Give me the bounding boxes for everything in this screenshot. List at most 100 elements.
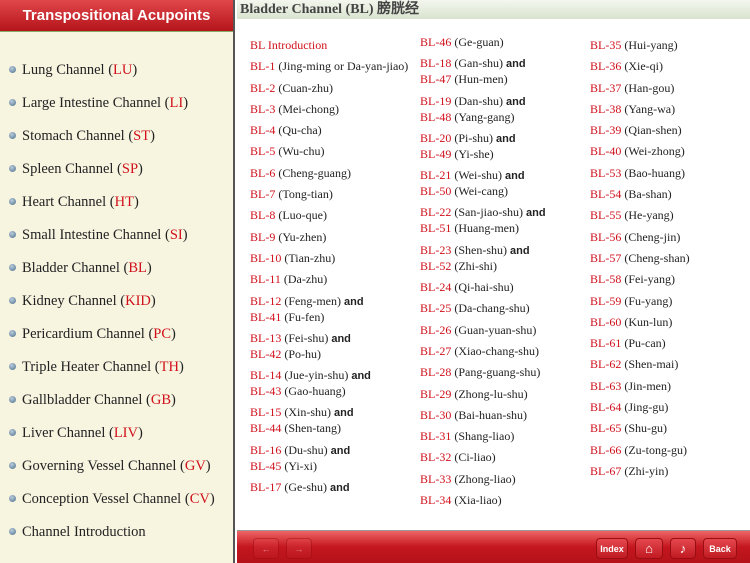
- back-button[interactable]: Back: [703, 538, 737, 559]
- acupoint-entry[interactable]: BL-35 (Hui-yang): [590, 38, 750, 53]
- acupoint-entry[interactable]: BL-37 (Han-gou): [590, 81, 750, 96]
- acupoint-entry[interactable]: BL-59 (Fu-yang): [590, 294, 750, 309]
- acupoint-entry[interactable]: BL-29 (Zhong-lu-shu): [420, 387, 585, 402]
- sidebar-item-li[interactable]: Large Intestine Channel (LI): [0, 86, 233, 119]
- acupoint-entry[interactable]: BL-22 (San-jiao-shu) and BL-51 (Huang-men…: [420, 205, 585, 236]
- channel-name: Bladder Channel: [22, 259, 120, 276]
- sidebar-item-si[interactable]: Small Intestine Channel (SI): [0, 218, 233, 251]
- acupoint-entry[interactable]: BL-36 (Xie-qi): [590, 59, 750, 74]
- sidebar-item-lu[interactable]: Lung Channel (LU): [0, 53, 233, 86]
- sidebar-item-th[interactable]: Triple Heater Channel (TH): [0, 350, 233, 383]
- acupoint-code: BL-60: [590, 314, 622, 329]
- acupoint-entry[interactable]: BL-60 (Kun-lun): [590, 315, 750, 330]
- acupoint-entry[interactable]: BL-27 (Xiao-chang-shu): [420, 344, 585, 359]
- acupoint-entry[interactable]: BL-64 (Jing-gu): [590, 400, 750, 415]
- acupoint-entry[interactable]: BL-2 (Cuan-zhu): [250, 81, 415, 96]
- channel-code: KID: [125, 292, 151, 309]
- index-button[interactable]: Index: [596, 538, 628, 559]
- sidebar-item-gb[interactable]: Gallbladder Channel (GB): [0, 383, 233, 416]
- acupoint-line: BL-3 (Mei-chong): [250, 102, 415, 117]
- acupoint-line: BL-42 (Po-hu): [250, 347, 415, 362]
- sidebar-item-pc[interactable]: Pericardium Channel (PC): [0, 317, 233, 350]
- sidebar-item-ht[interactable]: Heart Channel (HT): [0, 185, 233, 218]
- acupoint-code: BL-7: [250, 187, 276, 202]
- acupoint-entry[interactable]: BL-1 (Jing-ming or Da-yan-jiao): [250, 59, 415, 74]
- sidebar-item-liv[interactable]: Liver Channel (LIV): [0, 416, 233, 449]
- acupoint-code: BL-8: [250, 208, 276, 223]
- acupoint-line: BL-52 (Zhi-shi): [420, 259, 585, 274]
- acupoint-entry[interactable]: BL-56 (Cheng-jin): [590, 230, 750, 245]
- acupoint-entry[interactable]: BL-65 (Shu-gu): [590, 421, 750, 436]
- acupoint-entry[interactable]: BL Introduction: [250, 38, 415, 53]
- sidebar-item-intro[interactable]: Channel Introduction: [0, 515, 233, 548]
- acupoint-name: (Po-hu): [284, 346, 322, 361]
- acupoint-entry[interactable]: BL-57 (Cheng-shan): [590, 251, 750, 266]
- channel-code: LIV: [113, 424, 138, 441]
- acupoint-entry[interactable]: BL-12 (Feng-men) and BL-41 (Fu-fen): [250, 294, 415, 325]
- acupoint-entry[interactable]: BL-5 (Wu-chu): [250, 144, 415, 159]
- acupoint-entry[interactable]: BL-38 (Yang-wa): [590, 102, 750, 117]
- acupoint-entry[interactable]: BL-61 (Pu-can): [590, 336, 750, 351]
- acupoint-entry[interactable]: BL-39 (Qian-shen): [590, 123, 750, 138]
- acupoint-entry[interactable]: BL-17 (Ge-shu) and: [250, 480, 415, 496]
- sidebar-item-sp[interactable]: Spleen Channel (SP): [0, 152, 233, 185]
- acupoint-entry[interactable]: BL-53 (Bao-huang): [590, 166, 750, 181]
- acupoint-entry[interactable]: BL-14 (Jue-yin-shu) and BL-43 (Gao-huang): [250, 368, 415, 399]
- bullet-icon: [9, 99, 16, 106]
- acupoint-entry[interactable]: BL-54 (Ba-shan): [590, 187, 750, 202]
- acupoint-entry[interactable]: BL-19 (Dan-shu) and BL-48 (Yang-gang): [420, 94, 585, 125]
- acupoint-entry[interactable]: BL-3 (Mei-chong): [250, 102, 415, 117]
- bullet-icon: [9, 429, 16, 436]
- sidebar-item-kid[interactable]: Kidney Channel (KID): [0, 284, 233, 317]
- home-button[interactable]: ⌂: [635, 538, 663, 559]
- acupoint-entry[interactable]: BL-28 (Pang-guang-shu): [420, 365, 585, 380]
- music-button[interactable]: ♪: [670, 538, 696, 559]
- acupoint-entry[interactable]: BL-15 (Xin-shu) and BL-44 (Shen-tang): [250, 405, 415, 436]
- acupoint-entry[interactable]: BL-25 (Da-chang-shu): [420, 301, 585, 316]
- acupoint-entry[interactable]: BL-6 (Cheng-guang): [250, 166, 415, 181]
- acupoint-entry[interactable]: BL-23 (Shen-shu) and BL-52 (Zhi-shi): [420, 243, 585, 274]
- acupoint-entry[interactable]: BL-66 (Zu-tong-gu): [590, 443, 750, 458]
- acupoint-entry[interactable]: BL-32 (Ci-liao): [420, 450, 585, 465]
- sidebar-item-bl[interactable]: Bladder Channel (BL): [0, 251, 233, 284]
- acupoint-code: BL-28: [420, 365, 452, 380]
- sidebar-item-cv[interactable]: Conception Vessel Channel (CV): [0, 482, 233, 515]
- acupoint-entry[interactable]: BL-58 (Fei-yang): [590, 272, 750, 287]
- sidebar-item-st[interactable]: Stomach Channel (ST): [0, 119, 233, 152]
- bullet-icon: [9, 231, 16, 238]
- acupoint-entry[interactable]: BL-46 (Ge-guan): [420, 35, 585, 50]
- acupoint-line: BL-18 (Gan-shu) and: [420, 56, 585, 72]
- acupoint-entry[interactable]: BL-16 (Du-shu) and BL-45 (Yi-xi): [250, 443, 415, 474]
- acupoint-entry[interactable]: BL-8 (Luo-que): [250, 208, 415, 223]
- acupoint-entry[interactable]: BL-40 (Wei-zhong): [590, 144, 750, 159]
- acupoint-name: (Feng-men): [284, 293, 341, 308]
- acupoint-entry[interactable]: BL-67 (Zhi-yin): [590, 464, 750, 479]
- acupoint-entry[interactable]: BL-7 (Tong-tian): [250, 187, 415, 202]
- acupoint-code: BL-41: [250, 309, 282, 324]
- acupoint-entry[interactable]: BL-55 (He-yang): [590, 208, 750, 223]
- acupoint-entry[interactable]: BL-11 (Da-zhu): [250, 272, 415, 287]
- acupoint-entry[interactable]: BL-13 (Fei-shu) and BL-42 (Po-hu): [250, 331, 415, 362]
- acupoint-entry[interactable]: BL-4 (Qu-cha): [250, 123, 415, 138]
- acupoint-line: BL-1 (Jing-ming or Da-yan-jiao): [250, 59, 415, 74]
- acupoint-entry[interactable]: BL-63 (Jin-men): [590, 379, 750, 394]
- acupoint-entry[interactable]: BL-34 (Xia-liao): [420, 493, 585, 508]
- acupoint-entry[interactable]: BL-18 (Gan-shu) and BL-47 (Hun-men): [420, 56, 585, 87]
- acupoint-code: BL-19: [420, 93, 452, 108]
- acupoint-entry[interactable]: BL-62 (Shen-mai): [590, 357, 750, 372]
- acupoint-entry[interactable]: BL-21 (Wei-shu) and BL-50 (Wei-cang): [420, 168, 585, 199]
- acupoint-code: BL-47: [420, 72, 452, 87]
- acupoint-entry[interactable]: BL-26 (Guan-yuan-shu): [420, 323, 585, 338]
- acupoint-entry[interactable]: BL-24 (Qi-hai-shu): [420, 280, 585, 295]
- acupoint-entry[interactable]: BL-33 (Zhong-liao): [420, 472, 585, 487]
- acupoint-entry[interactable]: BL-30 (Bai-huan-shu): [420, 408, 585, 423]
- next-button[interactable]: →: [286, 538, 312, 559]
- prev-button[interactable]: ←: [253, 538, 279, 559]
- acupoint-entry[interactable]: BL-31 (Shang-liao): [420, 429, 585, 444]
- sidebar-item-gv[interactable]: Governing Vessel Channel (GV): [0, 449, 233, 482]
- acupoint-line: BL-65 (Shu-gu): [590, 421, 750, 436]
- acupoint-entry[interactable]: BL-20 (Pi-shu) and BL-49 (Yi-she): [420, 131, 585, 162]
- acupoint-entry[interactable]: BL-10 (Tian-zhu): [250, 251, 415, 266]
- acupoint-code: BL-59: [590, 293, 622, 308]
- acupoint-entry[interactable]: BL-9 (Yu-zhen): [250, 230, 415, 245]
